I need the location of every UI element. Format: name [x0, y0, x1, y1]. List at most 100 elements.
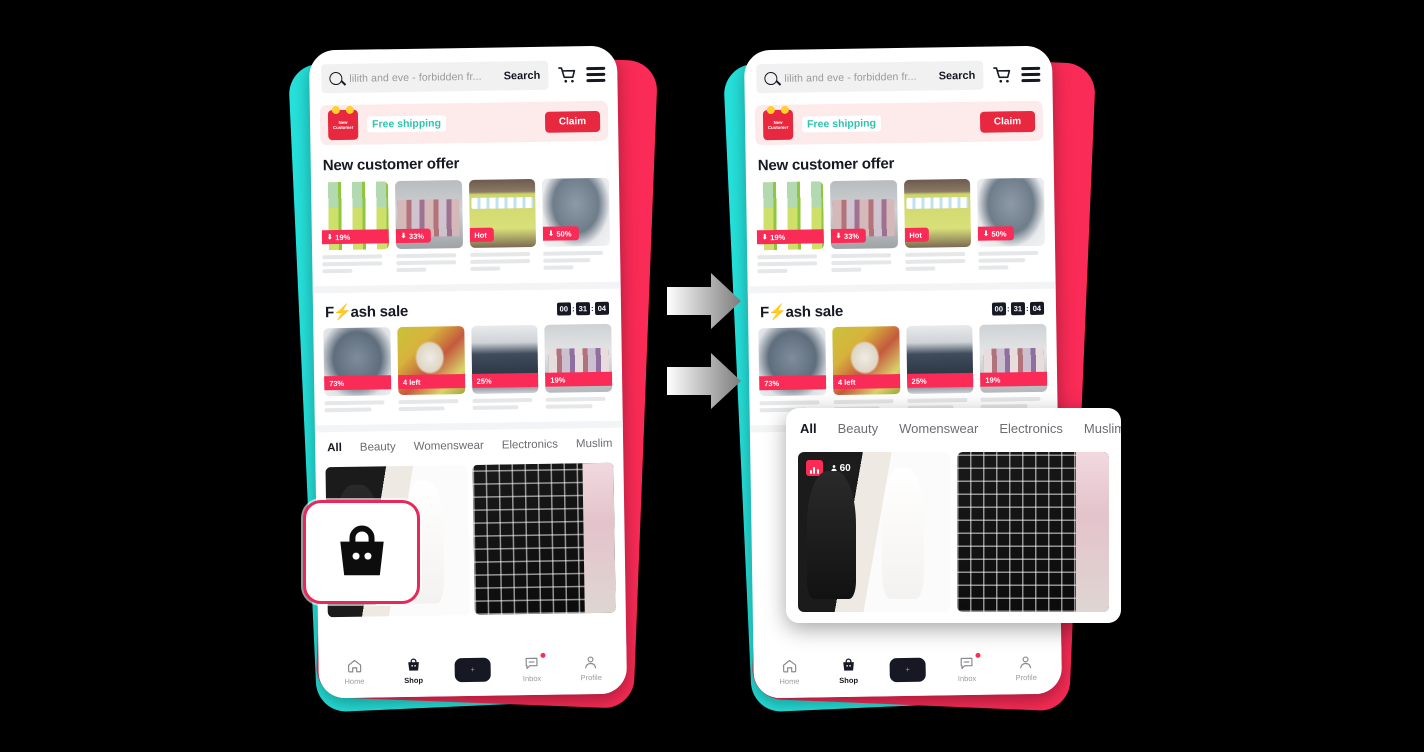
- menu-icon[interactable]: [1021, 67, 1041, 82]
- product-card[interactable]: 73%: [323, 327, 392, 415]
- live-bars-icon: [806, 460, 823, 476]
- product-image: 4 left: [832, 326, 900, 396]
- nav-label: Inbox: [522, 673, 542, 684]
- transition-arrow-1: [667, 273, 741, 329]
- discount-badge: 25%: [906, 372, 974, 388]
- countdown-timer: 00 : 31 : 04: [991, 301, 1045, 316]
- nav-inbox[interactable]: Inbox: [502, 652, 562, 684]
- bottom-navigation: Home Shop + Inbox Profile: [753, 645, 1063, 699]
- shop-tab-callout[interactable]: [303, 500, 420, 604]
- tab-womenswear[interactable]: Womenswear: [414, 440, 484, 453]
- flash-sale-products: 73% 4 left 25% 19%: [748, 323, 1057, 416]
- tab-muslim-fashion[interactable]: Muslim fa: [1084, 421, 1121, 436]
- nav-home[interactable]: Home: [324, 657, 384, 686]
- tab-womenswear[interactable]: Womenswear: [899, 421, 978, 436]
- timer-hours: 00: [991, 301, 1007, 316]
- claim-button[interactable]: Claim: [979, 110, 1036, 133]
- search-input[interactable]: lilith and eve - forbidden fr... Search: [756, 60, 984, 94]
- nav-create[interactable]: +: [878, 657, 938, 683]
- product-image: ⬇ 19%: [756, 181, 824, 251]
- product-card[interactable]: Hot: [903, 178, 972, 274]
- inbox-icon: [525, 657, 538, 670]
- tab-electronics[interactable]: Electronics: [502, 439, 558, 452]
- product-card[interactable]: 4 left: [832, 326, 900, 414]
- nav-profile[interactable]: Profile: [561, 654, 621, 683]
- flash-sale-header: F ⚡ ash sale 00 : 31 : 04: [313, 289, 622, 329]
- product-image: ⬇ 50%: [542, 177, 611, 247]
- nav-shop[interactable]: Shop: [819, 656, 879, 685]
- nav-create[interactable]: +: [443, 657, 503, 683]
- product-card[interactable]: 19%: [544, 323, 613, 412]
- menu-icon[interactable]: [586, 67, 606, 82]
- gift-label: New Customer: [332, 119, 354, 131]
- product-text-placeholder: [545, 392, 613, 409]
- search-button[interactable]: Search: [504, 69, 541, 82]
- nav-shop[interactable]: Shop: [384, 656, 444, 685]
- product-card[interactable]: ⬇ 19%: [321, 181, 389, 276]
- plus-icon[interactable]: +: [454, 657, 491, 683]
- cart-icon[interactable]: [992, 65, 1012, 85]
- product-card[interactable]: ⬇ 33%: [829, 180, 898, 275]
- product-card[interactable]: 25%: [470, 324, 539, 413]
- search-bar-row: lilith and eve - forbidden fr... Search: [309, 46, 618, 102]
- tab-beauty[interactable]: Beauty: [838, 421, 878, 436]
- plus-icon[interactable]: +: [889, 657, 926, 683]
- discount-badge: ⬇ 50%: [542, 226, 579, 241]
- countdown-timer: 00 : 31 : 04: [556, 301, 610, 316]
- product-card[interactable]: 25%: [905, 324, 974, 413]
- product-card[interactable]: ⬇ 50%: [542, 177, 611, 273]
- product-text-placeholder: [978, 246, 1045, 270]
- feed-item[interactable]: [957, 452, 1109, 612]
- promo-banner[interactable]: New Customer Free shipping Claim: [754, 100, 1044, 146]
- tab-muslim[interactable]: Muslim: [576, 438, 613, 451]
- product-card[interactable]: ⬇ 50%: [977, 177, 1046, 273]
- nav-home[interactable]: Home: [759, 657, 819, 686]
- nav-label: Profile: [580, 672, 602, 683]
- tab-beauty[interactable]: Beauty: [360, 441, 396, 454]
- search-input[interactable]: lilith and eve - forbidden fr... Search: [321, 60, 549, 94]
- flash-sale-header: F ⚡ ash sale 00 : 31 : 04: [748, 289, 1057, 329]
- tab-all[interactable]: All: [800, 421, 817, 436]
- search-button[interactable]: Search: [939, 69, 976, 82]
- phone-mockup-before: lilith and eve - forbidden fr... Search …: [287, 45, 659, 713]
- nav-profile[interactable]: Profile: [996, 654, 1056, 683]
- product-text-placeholder: [830, 248, 898, 273]
- notification-badge: [540, 652, 546, 658]
- nav-label: Shop: [404, 675, 424, 686]
- nav-inbox[interactable]: Inbox: [937, 652, 997, 684]
- product-card[interactable]: 19%: [979, 323, 1048, 412]
- viewer-count: 60: [825, 460, 857, 476]
- tab-all[interactable]: All: [327, 442, 342, 454]
- claim-button[interactable]: Claim: [544, 110, 601, 133]
- product-text-placeholder: [398, 394, 465, 412]
- timer-minutes: 31: [1010, 301, 1026, 315]
- feed-item[interactable]: [471, 462, 616, 615]
- category-tabs-overlay: All Beauty Womenswear Electronics Muslim…: [786, 408, 1121, 436]
- discount-badge: 19%: [545, 371, 613, 387]
- transition-arrow-2: [667, 353, 741, 409]
- product-card[interactable]: ⬇ 19%: [756, 181, 824, 276]
- search-icon: [764, 71, 778, 86]
- bottom-navigation: Home Shop + Inbox Profile: [318, 645, 628, 699]
- flash-sale-title: F ⚡ ash sale: [324, 302, 409, 322]
- product-card[interactable]: Hot: [468, 178, 537, 274]
- cart-icon[interactable]: [557, 65, 577, 85]
- product-card[interactable]: 4 left: [397, 326, 465, 414]
- tab-electronics[interactable]: Electronics: [999, 421, 1063, 436]
- product-card[interactable]: ⬇ 33%: [394, 180, 463, 275]
- feed-item[interactable]: 60: [798, 452, 950, 612]
- product-image: Hot: [903, 178, 972, 248]
- promo-banner[interactable]: New Customer Free shipping Claim: [319, 100, 609, 146]
- product-card[interactable]: 73%: [758, 327, 827, 415]
- product-text-placeholder: [471, 393, 539, 410]
- discount-badge: 73%: [324, 375, 392, 391]
- hot-badge: Hot: [904, 227, 929, 242]
- timer-sep: :: [571, 303, 575, 313]
- product-text-placeholder: [469, 247, 537, 271]
- product-image: ⬇ 33%: [394, 180, 463, 250]
- bolt-icon: ⚡: [767, 303, 787, 322]
- product-text-placeholder: [904, 247, 972, 271]
- product-image: 73%: [323, 327, 392, 397]
- product-text-placeholder: [980, 392, 1048, 409]
- product-text-placeholder: [322, 249, 389, 274]
